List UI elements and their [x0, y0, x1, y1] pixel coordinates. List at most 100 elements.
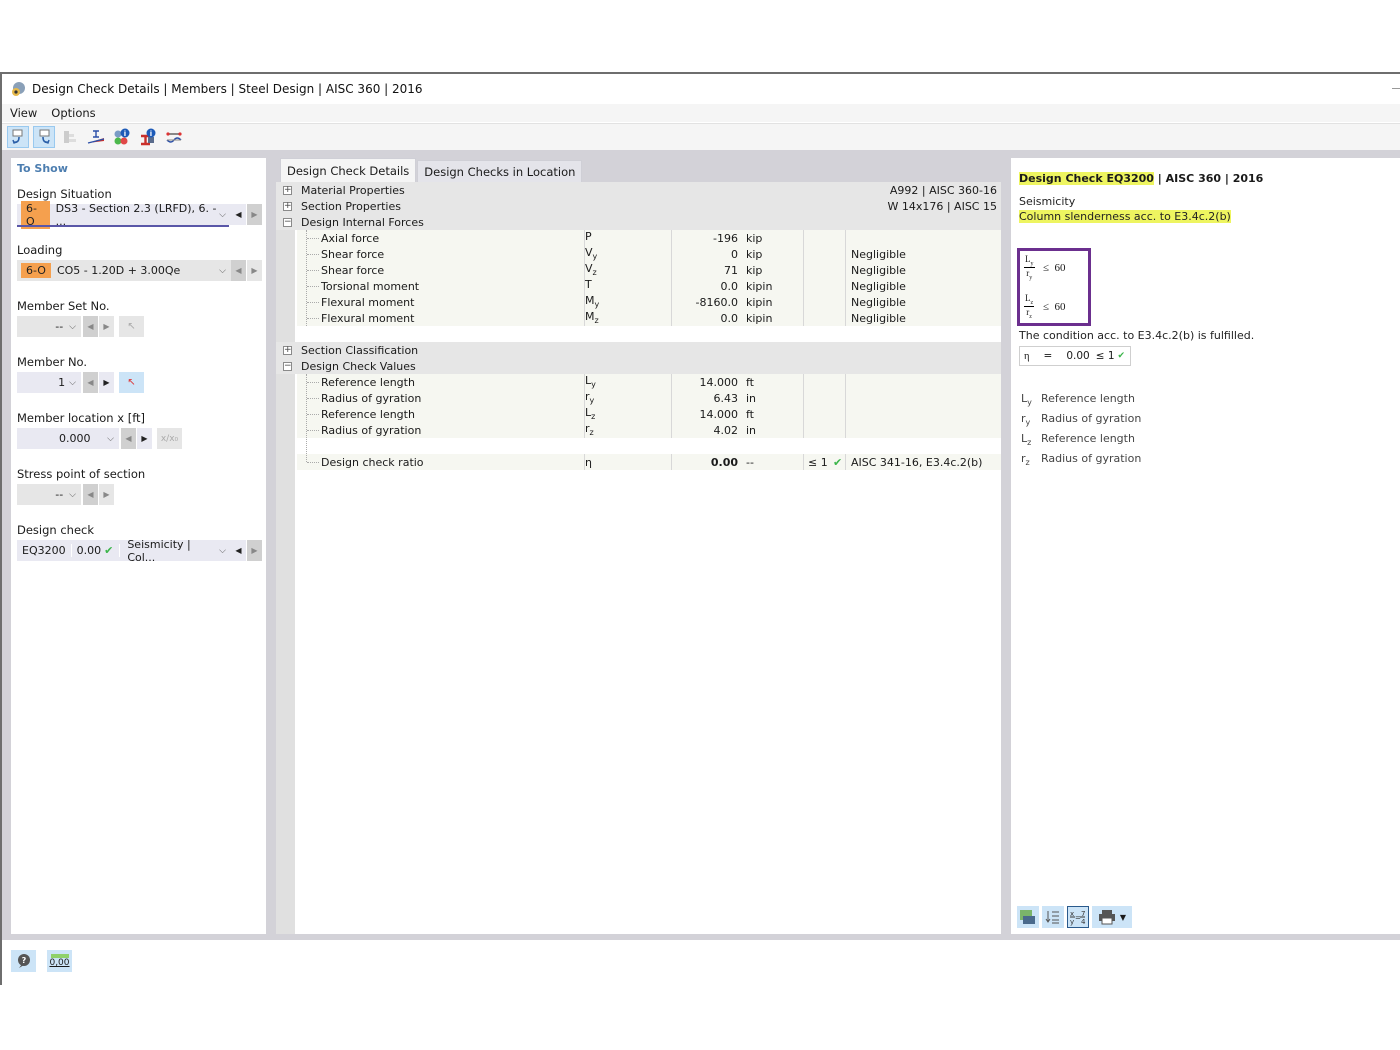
member-list-button[interactable]	[59, 126, 81, 148]
member-location-select[interactable]: 0.000 ⌵	[17, 428, 119, 449]
legend-symbol: rz	[1021, 452, 1030, 468]
legend-symbol: Lz	[1021, 432, 1032, 448]
tab-design-checks-in-location[interactable]: Design Checks in Location	[417, 160, 583, 182]
print-button[interactable]: ▼	[1092, 906, 1132, 928]
loading-select[interactable]: 6-O CO5 - 1.20D + 3.00Qe ⌵	[17, 260, 231, 281]
design-situation-prev-button[interactable]: ◀	[231, 204, 246, 225]
eta-compare: ≤ 1	[1095, 350, 1115, 362]
group-label: Material Properties	[301, 183, 405, 197]
design-check-id: EQ3200	[22, 544, 72, 557]
check-ok-icon: ✔	[104, 544, 121, 557]
next-view-button[interactable]	[33, 126, 55, 148]
decimals-button[interactable]: 0,00	[47, 950, 72, 972]
column-divider	[845, 422, 846, 438]
member-set-prev-button[interactable]: ◀	[83, 316, 98, 337]
color-info-button[interactable]: i	[111, 126, 133, 148]
column-divider	[803, 294, 804, 310]
collapse-icon[interactable]: −	[283, 361, 292, 371]
relative-location-button[interactable]: x/x₀	[157, 428, 182, 449]
svg-text:4: 4	[1081, 918, 1086, 926]
tab-design-check-details[interactable]: Design Check Details	[280, 158, 417, 182]
table-row[interactable]: Shear force Vy 0 kip Negligible	[297, 246, 1001, 262]
member-location-next-button[interactable]: ▶	[137, 428, 152, 449]
column-divider	[845, 246, 846, 262]
help-button[interactable]: ?	[11, 950, 36, 972]
minimize-button[interactable]	[1392, 88, 1400, 89]
main-area: To Show Design Situation 6-O DS3 - Secti…	[2, 150, 1400, 940]
legend-item: Lz Reference length	[1021, 432, 1135, 447]
member-set-next-button[interactable]: ▶	[99, 316, 114, 337]
table-row[interactable]: Flexural moment Mz 0.0 kipin Negligible	[297, 310, 1001, 326]
member-no-next-button[interactable]: ▶	[99, 372, 114, 393]
group-design-internal-forces[interactable]: − Design Internal Forces	[276, 214, 1001, 230]
stress-point-next-button[interactable]: ▶	[99, 484, 114, 505]
row-unit: kip	[746, 263, 763, 277]
eta-symbol: η	[1024, 350, 1030, 362]
row-unit: kip	[746, 247, 763, 261]
menu-view[interactable]: View	[10, 106, 37, 120]
design-check-ratio-row[interactable]: Design check ratio η 0.00 -- ≤ 1 ✔ AISC …	[297, 454, 1001, 470]
member-set-pick-button[interactable]: ↖	[119, 316, 144, 337]
group-section-classification[interactable]: + Section Classification	[276, 342, 1001, 358]
design-check-select[interactable]: EQ3200 0.00 ✔ Seismicity | Col... ⌵	[17, 538, 231, 564]
design-situation-label: Design Situation	[17, 187, 112, 201]
expand-icon[interactable]: +	[283, 345, 292, 355]
design-situation-next-button[interactable]: ▶	[247, 204, 262, 225]
member-location-prev-button[interactable]: ◀	[121, 428, 136, 449]
design-check-next-button[interactable]: ▶	[247, 540, 262, 561]
formula-button[interactable]: x y = 7 4	[1067, 906, 1089, 928]
legend-text: Reference length	[1041, 432, 1135, 445]
row-note: Negligible	[851, 295, 906, 309]
column-divider	[803, 390, 804, 406]
dropdown-arrow-icon: ▼	[1119, 912, 1127, 922]
member-pick-button[interactable]: ↖	[119, 372, 144, 393]
table-row[interactable]: Reference length Ly 14.000 ft	[297, 374, 1001, 390]
row-symbol: Mz	[585, 310, 599, 326]
expand-icon[interactable]: +	[283, 185, 292, 195]
column-divider	[803, 230, 804, 246]
collapse-icon[interactable]: −	[283, 217, 292, 227]
explanation-toolbar: x y = 7 4 ▼	[1017, 906, 1132, 928]
tree-connector	[307, 317, 319, 319]
member-no-label: Member No.	[17, 355, 88, 369]
member-no-prev-button[interactable]: ◀	[83, 372, 98, 393]
previous-view-button[interactable]	[7, 126, 29, 148]
group-design-check-values[interactable]: − Design Check Values	[276, 358, 1001, 374]
member-set-select[interactable]: -- ⌵	[17, 316, 81, 337]
menu-options[interactable]: Options	[51, 106, 95, 120]
row-value: 0.0	[720, 311, 739, 325]
table-row[interactable]: Reference length Lz 14.000 ft	[297, 406, 1001, 422]
member-info-button[interactable]: i	[137, 126, 159, 148]
design-check-prev-button[interactable]: ◀	[231, 540, 246, 561]
row-unit: kipin	[746, 311, 773, 325]
row-label: Radius of gyration	[321, 391, 422, 405]
table-row[interactable]: Axial force P -196 kip	[297, 230, 1001, 246]
arrow-left-icon: ◀	[235, 546, 242, 555]
row-value: 0	[731, 247, 738, 261]
formula-fraction-y: Ly ry	[1024, 254, 1035, 281]
column-divider	[803, 406, 804, 422]
member-set-label: Member Set No.	[17, 299, 110, 313]
table-row[interactable]: Radius of gyration rz 4.02 in	[297, 422, 1001, 438]
to-show-heading: To Show	[17, 162, 68, 175]
loading-prev-button[interactable]: ◀	[231, 260, 246, 281]
stress-point-prev-button[interactable]: ◀	[83, 484, 98, 505]
stress-point-select[interactable]: -- ⌵	[17, 484, 81, 505]
table-row[interactable]: Flexural moment My -8160.0 kipin Negligible	[297, 294, 1001, 310]
expand-icon[interactable]: +	[283, 201, 292, 211]
svg-text:y: y	[1070, 918, 1074, 926]
eta-value: 0.00	[1066, 350, 1090, 362]
numbering-button[interactable]	[1042, 906, 1064, 928]
group-section-properties[interactable]: + Section Properties W 14x176 | AISC 15	[276, 198, 1001, 214]
design-situation-select[interactable]: 6-O DS3 - Section 2.3 (LRFD), 6. - ... ⌵	[17, 200, 231, 229]
table-row[interactable]: Shear force Vz 71 kip Negligible	[297, 262, 1001, 278]
loading-next-button[interactable]: ▶	[247, 260, 262, 281]
section-diagram-button[interactable]	[85, 126, 107, 148]
member-deformation-button[interactable]	[163, 126, 185, 148]
table-row[interactable]: Radius of gyration ry 6.43 in	[297, 390, 1001, 406]
member-no-select[interactable]: 1 ⌵	[17, 372, 81, 393]
export-image-button[interactable]	[1017, 906, 1039, 928]
group-material-properties[interactable]: + Material Properties A992 | AISC 360-16	[276, 182, 1001, 198]
row-value: 4.02	[713, 423, 739, 437]
table-row[interactable]: Torsional moment T 0.0 kipin Negligible	[297, 278, 1001, 294]
